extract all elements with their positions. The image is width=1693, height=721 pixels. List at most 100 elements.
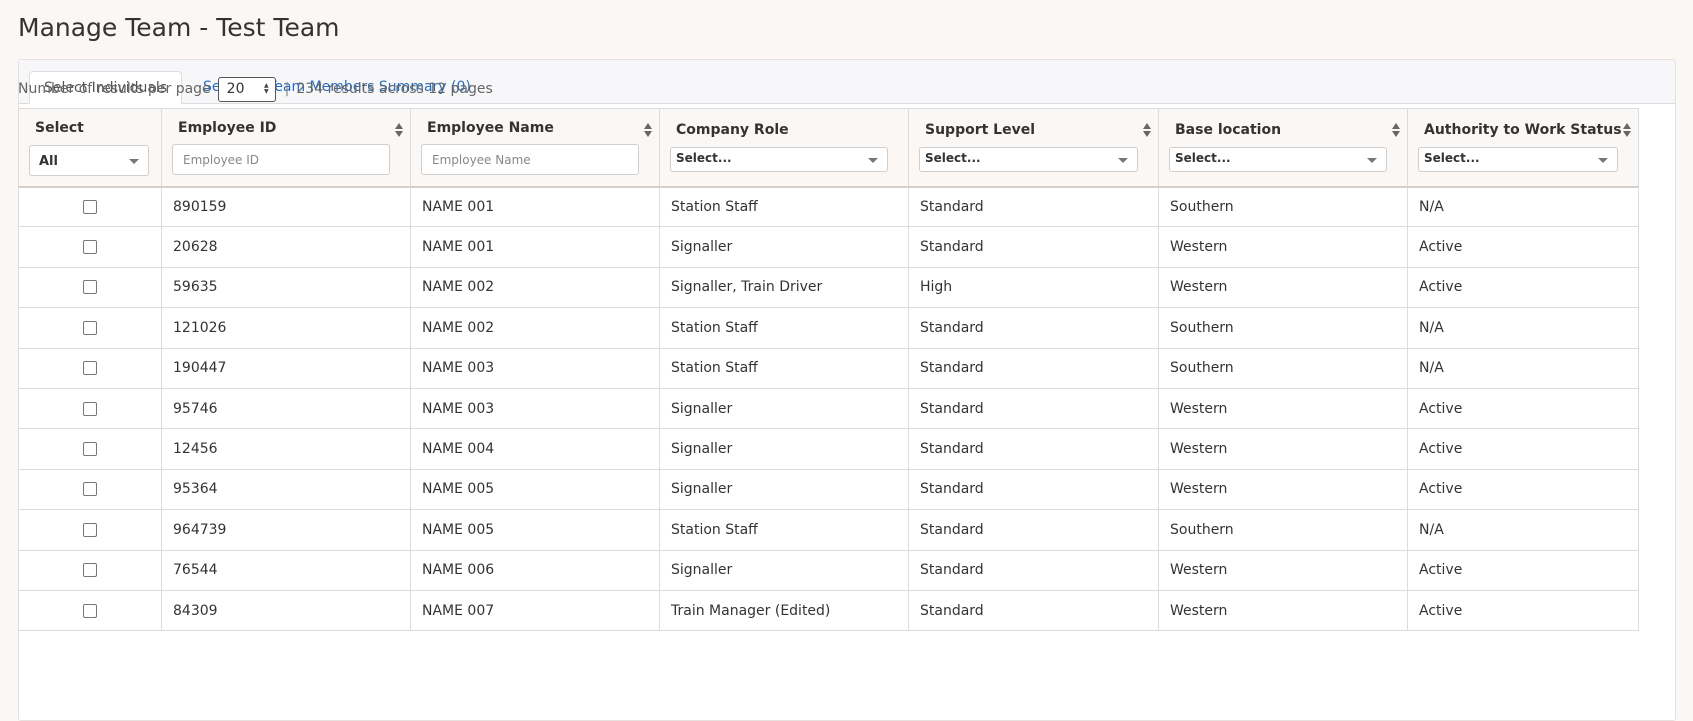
cell-support-level: Standard — [908, 307, 1159, 349]
header-select-label: Select — [35, 120, 84, 136]
cell-authority-status: Active — [1407, 589, 1639, 632]
sort-icon[interactable] — [1623, 123, 1632, 139]
table-row: 84309 NAME 007 Train Manager (Edited) St… — [18, 589, 1639, 632]
chevron-down-icon — [1118, 157, 1128, 163]
table-row: 95364 NAME 005 Signaller Standard Wester… — [18, 468, 1639, 511]
company-role-filter[interactable]: Select... — [670, 147, 888, 172]
support-level-filter[interactable]: Select... — [919, 147, 1138, 172]
cell-employee-id: 95364 — [161, 468, 411, 511]
header-company-role-label: Company Role — [676, 122, 789, 138]
cell-employee-name: NAME 002 — [410, 307, 660, 349]
header-employee-id[interactable]: Employee ID — [161, 108, 411, 188]
results-summary: 234 results across 12 pages — [296, 81, 493, 97]
cell-base-location: Western — [1158, 266, 1408, 309]
row-select-checkbox[interactable] — [83, 482, 97, 497]
chevron-down-icon — [1367, 157, 1377, 163]
row-select-checkbox[interactable] — [83, 401, 97, 416]
row-select-checkbox[interactable] — [83, 199, 97, 214]
cell-base-location: Southern — [1158, 509, 1408, 551]
row-select-checkbox[interactable] — [83, 563, 97, 578]
table-row: 20628 NAME 001 Signaller Standard Wester… — [18, 226, 1639, 268]
header-employee-name[interactable]: Employee Name — [410, 108, 660, 188]
row-select-checkbox[interactable] — [83, 603, 97, 618]
cell-authority-status: Active — [1407, 226, 1639, 268]
table-row: 190447 NAME 003 Station Staff Standard S… — [18, 347, 1639, 389]
cell-employee-name: NAME 003 — [410, 387, 660, 430]
per-page-label: Number of results per page — [18, 81, 211, 97]
cell-support-level: Standard — [908, 509, 1159, 551]
results-toolbar: Number of results per page 20 ▲ ▼ | 234 r… — [18, 76, 493, 102]
cell-company-role: Station Staff — [659, 347, 909, 389]
sort-icon[interactable] — [1392, 123, 1401, 139]
table-row: 95746 NAME 003 Signaller Standard Wester… — [18, 387, 1639, 430]
table-row: 12456 NAME 004 Signaller Standard Wester… — [18, 428, 1639, 470]
cell-authority-status: N/A — [1407, 347, 1639, 389]
header-support-level[interactable]: Support Level Select... — [908, 108, 1159, 188]
row-select-checkbox[interactable] — [83, 442, 97, 457]
chevron-down-icon — [868, 157, 878, 163]
cell-authority-status: Active — [1407, 266, 1639, 309]
page-title: Manage Team - Test Team — [18, 13, 340, 42]
header-authority-status-label: Authority to Work Status — [1424, 122, 1622, 138]
sort-icon[interactable] — [1143, 123, 1152, 139]
cell-employee-name: NAME 005 — [410, 468, 660, 511]
base-location-filter-value: Select... — [1175, 151, 1231, 165]
employee-name-filter-input[interactable] — [421, 144, 639, 175]
cell-company-role: Signaller — [659, 428, 909, 470]
cell-employee-id: 190447 — [161, 347, 411, 389]
row-select-checkbox[interactable] — [83, 522, 97, 537]
cell-base-location: Western — [1158, 549, 1408, 591]
per-page-value: 20 — [226, 81, 245, 97]
cell-company-role: Station Staff — [659, 509, 909, 551]
cell-employee-id: 964739 — [161, 509, 411, 551]
sort-icon[interactable] — [395, 123, 404, 139]
header-support-level-label: Support Level — [925, 122, 1036, 138]
cell-authority-status: Active — [1407, 387, 1639, 430]
row-select-checkbox[interactable] — [83, 280, 97, 295]
table-row: 964739 NAME 005 Station Staff Standard S… — [18, 509, 1639, 551]
employee-id-filter-input[interactable] — [172, 144, 390, 175]
cell-authority-status: Active — [1407, 549, 1639, 591]
row-select-checkbox[interactable] — [83, 361, 97, 376]
row-select-checkbox[interactable] — [83, 240, 97, 255]
cell-employee-name: NAME 002 — [410, 266, 660, 309]
chevron-down-icon — [1598, 157, 1608, 163]
spinner-icon: ▲ ▼ — [264, 82, 269, 95]
cell-employee-name: NAME 005 — [410, 509, 660, 551]
cell-employee-id: 84309 — [161, 589, 411, 632]
cell-company-role: Signaller — [659, 387, 909, 430]
cell-company-role: Station Staff — [659, 185, 909, 228]
cell-employee-name: NAME 001 — [410, 185, 660, 228]
cell-support-level: Standard — [908, 468, 1159, 511]
sort-icon[interactable] — [644, 123, 653, 139]
cell-employee-id: 121026 — [161, 307, 411, 349]
cell-employee-id: 12456 — [161, 428, 411, 470]
chevron-down-icon — [129, 158, 139, 164]
cell-support-level: Standard — [908, 549, 1159, 591]
header-base-location[interactable]: Base location Select... — [1158, 108, 1408, 188]
cell-authority-status: Active — [1407, 468, 1639, 511]
header-authority-status[interactable]: Authority to Work Status Select... — [1407, 108, 1639, 188]
cell-support-level: Standard — [908, 347, 1159, 389]
table-row: 121026 NAME 002 Station Staff Standard S… — [18, 307, 1639, 349]
cell-company-role: Signaller — [659, 226, 909, 268]
row-select-checkbox[interactable] — [83, 320, 97, 335]
support-level-filter-value: Select... — [925, 151, 981, 165]
header-base-location-label: Base location — [1175, 122, 1282, 138]
cell-company-role: Train Manager (Edited) — [659, 589, 909, 632]
authority-status-filter[interactable]: Select... — [1418, 147, 1618, 172]
toolbar-separator: | — [284, 81, 290, 97]
cell-employee-name: NAME 001 — [410, 226, 660, 268]
header-select: Select All — [18, 108, 162, 188]
table-body: 890159 NAME 001 Station Staff Standard S… — [18, 185, 1639, 632]
cell-base-location: Southern — [1158, 347, 1408, 389]
cell-support-level: Standard — [908, 589, 1159, 632]
cell-employee-id: 20628 — [161, 226, 411, 268]
cell-base-location: Western — [1158, 226, 1408, 268]
cell-employee-name: NAME 007 — [410, 589, 660, 632]
select-filter-value: All — [39, 154, 58, 169]
header-row: Select All Employee ID Employee Name Com… — [18, 108, 1639, 188]
base-location-filter[interactable]: Select... — [1169, 147, 1387, 172]
per-page-select[interactable]: 20 ▲ ▼ — [217, 76, 276, 102]
select-filter[interactable]: All — [29, 145, 149, 176]
